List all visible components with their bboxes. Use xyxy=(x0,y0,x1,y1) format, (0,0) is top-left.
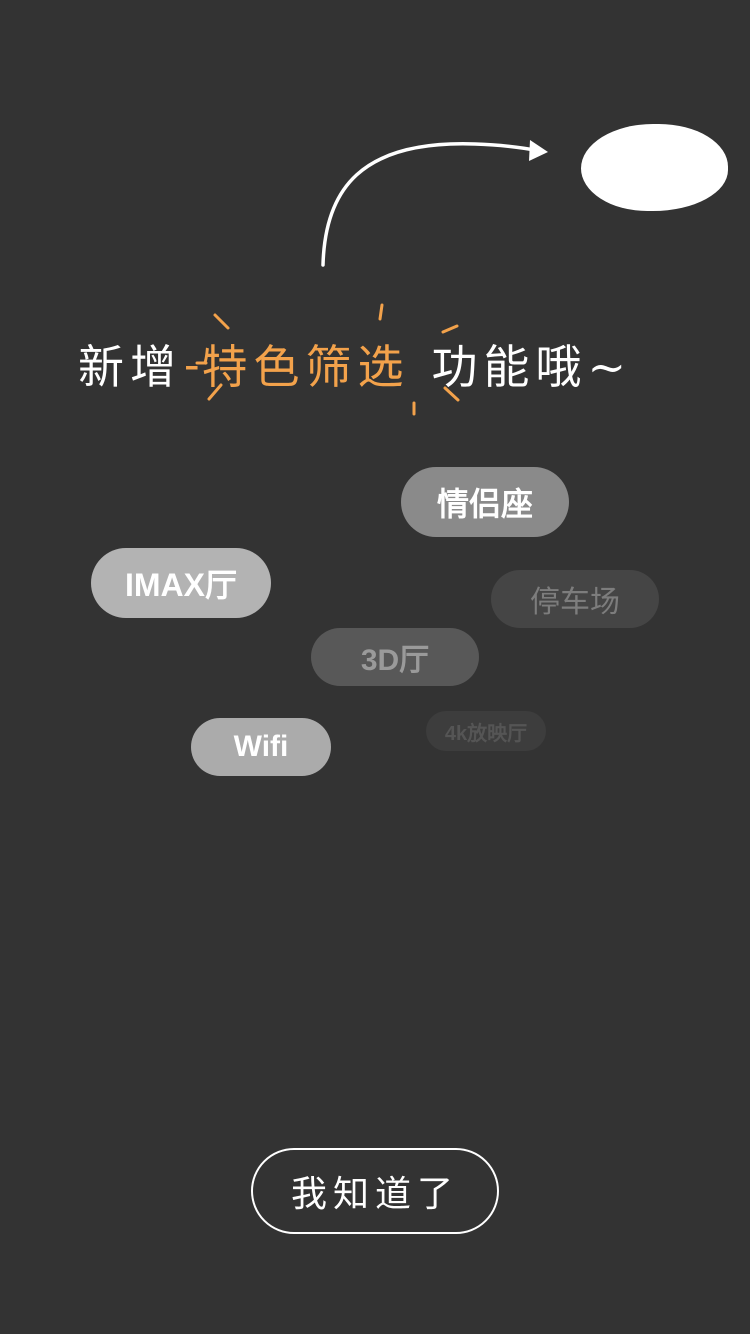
filter-target-highlight[interactable] xyxy=(581,124,728,211)
headline-feature: 特色筛选 xyxy=(201,340,410,394)
headline-dash: - xyxy=(184,337,200,391)
chip-wifi: Wifi xyxy=(191,718,331,776)
chip-imax-hall: IMAX厅 xyxy=(91,548,271,618)
headline: 新增 - 特色筛选 功能哦~ xyxy=(78,328,678,400)
got-it-button[interactable]: 我知道了 xyxy=(251,1148,499,1234)
headline-suffix: 功能哦~ xyxy=(431,340,633,394)
chip-3d-hall: 3D厅 xyxy=(311,628,479,686)
chip-4k-hall: 4k放映厅 xyxy=(426,711,546,751)
curved-arrow-icon xyxy=(321,140,548,267)
chip-parking: 停车场 xyxy=(491,570,659,628)
feature-guide-overlay: 新增 - 特色筛选 功能哦~ 情侣座 IMAX厅 停车场 3D厅 Wifi 4k… xyxy=(0,0,750,1334)
headline-prefix: 新增 xyxy=(78,340,182,394)
chip-couple-seat: 情侣座 xyxy=(401,467,569,537)
